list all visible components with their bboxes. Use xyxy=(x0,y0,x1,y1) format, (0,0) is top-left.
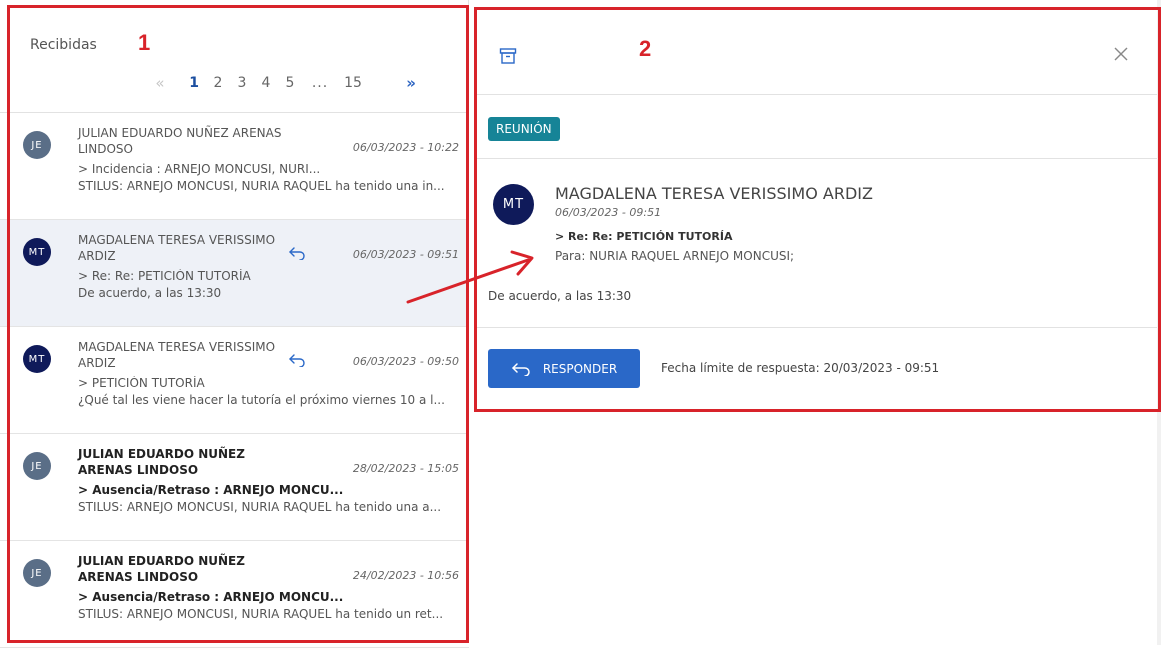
category-tag-badge: REUNIÓN xyxy=(488,117,560,141)
pagination-prev-button[interactable]: « xyxy=(148,74,172,92)
pagination-page-4[interactable]: 4 xyxy=(254,75,278,91)
message-subject: > PETICIÓN TUTORÍA xyxy=(78,376,205,390)
message-list-item[interactable]: JE JULIAN EDUARDO NUÑEZ ARENAS LINDOSO 0… xyxy=(0,113,469,220)
message-preview: De acuerdo, a las 13:30 xyxy=(78,286,222,300)
message-detail-panel: REUNIÓN MT MAGDALENA TERESA VERISSIMO AR… xyxy=(477,0,1161,410)
divider xyxy=(477,158,1161,159)
message-list: JE JULIAN EDUARDO NUÑEZ ARENAS LINDOSO 0… xyxy=(0,113,469,648)
divider xyxy=(477,327,1161,328)
message-list-item[interactable]: JE JULIAN EDUARDO NUÑEZ ARENAS LINDOSO 2… xyxy=(0,541,469,648)
message-preview: STILUS: ARNEJO MONCUSI, NURIA RAQUEL ha … xyxy=(78,607,444,621)
message-date: 06/03/2023 - 10:22 xyxy=(352,141,459,154)
message-sender: MAGDALENA TERESA VERISSIMO ARDIZ xyxy=(78,233,276,263)
message-list-item[interactable]: MT MAGDALENA TERESA VERISSIMO ARDIZ 06/0… xyxy=(0,327,469,434)
detail-date: 06/03/2023 - 09:51 xyxy=(555,206,662,219)
detail-recipients: Para: NURIA RAQUEL ARNEJO MONCUSI; xyxy=(555,249,795,263)
reply-icon xyxy=(512,362,530,376)
message-date: 06/03/2023 - 09:51 xyxy=(352,248,459,261)
message-subject: > Incidencia : ARNEJO MONCUSI, NURI... xyxy=(78,162,321,176)
annotation-label-2: 2 xyxy=(639,36,652,61)
message-list-item[interactable]: MT MAGDALENA TERESA VERISSIMO ARDIZ 06/0… xyxy=(0,220,469,327)
reply-button-label: RESPONDER xyxy=(542,361,618,376)
reply-button[interactable]: RESPONDER xyxy=(488,349,640,388)
pagination-page-last[interactable]: 15 xyxy=(338,75,368,91)
reply-icon xyxy=(289,354,305,367)
avatar: MT xyxy=(493,184,534,225)
message-sender: MAGDALENA TERESA VERISSIMO ARDIZ xyxy=(78,340,276,370)
message-list-item[interactable]: JE JULIAN EDUARDO NUÑEZ ARENAS LINDOSO 2… xyxy=(0,434,469,541)
inbox-title: Recibidas xyxy=(30,37,97,53)
message-preview: ¿Qué tal les viene hacer la tutoría el p… xyxy=(78,393,445,407)
inbox-header: Recibidas « 1 2 3 4 5 ... 15 » xyxy=(0,0,469,113)
pagination-page-1[interactable]: 1 xyxy=(172,75,206,91)
annotation-label-1: 1 xyxy=(138,30,151,55)
message-date: 28/02/2023 - 15:05 xyxy=(352,462,459,475)
avatar: JE xyxy=(23,131,51,159)
message-date: 06/03/2023 - 09:50 xyxy=(352,355,459,368)
pagination-ellipsis: ... xyxy=(311,75,329,91)
message-sender: JULIAN EDUARDO NUÑEZ ARENAS LINDOSO xyxy=(78,554,245,584)
detail-subject: > Re: Re: PETICIÓN TUTORÍA xyxy=(555,230,733,243)
pagination-page-5[interactable]: 5 xyxy=(278,75,302,91)
reply-icon xyxy=(289,247,305,260)
inbox-panel: Recibidas « 1 2 3 4 5 ... 15 » JE JULIAN… xyxy=(0,0,469,648)
pagination: « 1 2 3 4 5 ... 15 » xyxy=(148,74,416,92)
scrollbar[interactable] xyxy=(1157,0,1161,645)
archive-icon[interactable] xyxy=(499,47,517,65)
message-subject: > Ausencia/Retraso : ARNEJO MONCU... xyxy=(78,483,344,497)
pagination-next-button[interactable]: » xyxy=(368,74,416,92)
avatar: JE xyxy=(23,452,51,480)
reply-deadline: Fecha límite de respuesta: 20/03/2023 - … xyxy=(661,361,940,375)
message-date: 24/02/2023 - 10:56 xyxy=(352,569,459,582)
message-preview: STILUS: ARNEJO MONCUSI, NURIA RAQUEL ha … xyxy=(78,500,442,514)
pagination-page-2[interactable]: 2 xyxy=(206,75,230,91)
avatar: MT xyxy=(23,238,51,266)
message-sender: JULIAN EDUARDO NUÑEZ ARENAS LINDOSO xyxy=(78,126,282,156)
detail-sender: MAGDALENA TERESA VERISSIMO ARDIZ xyxy=(555,184,873,203)
detail-body: De acuerdo, a las 13:30 xyxy=(488,289,632,303)
message-subject: > Ausencia/Retraso : ARNEJO MONCU... xyxy=(78,590,344,604)
close-icon[interactable] xyxy=(1113,46,1129,62)
message-preview: STILUS: ARNEJO MONCUSI, NURIA RAQUEL ha … xyxy=(78,179,445,193)
pagination-page-3[interactable]: 3 xyxy=(230,75,254,91)
detail-toolbar xyxy=(477,0,1161,95)
message-subject: > Re: Re: PETICIÓN TUTORÍA xyxy=(78,269,251,283)
avatar: JE xyxy=(23,559,51,587)
avatar: MT xyxy=(23,345,51,373)
message-sender: JULIAN EDUARDO NUÑEZ ARENAS LINDOSO xyxy=(78,447,245,477)
